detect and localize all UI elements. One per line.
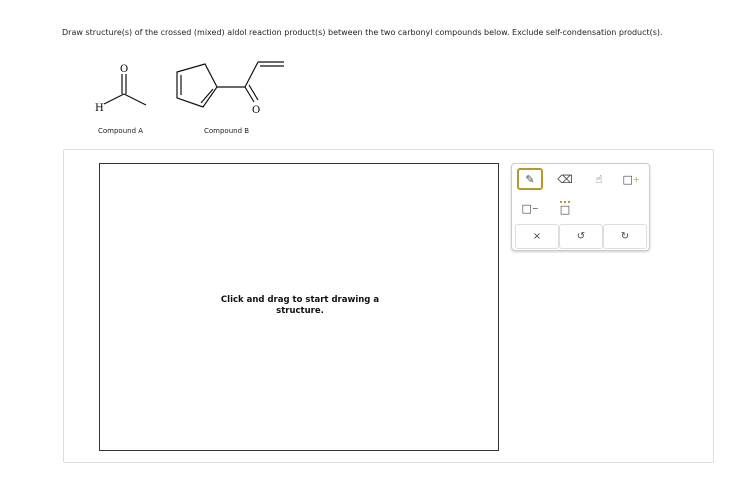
lone-pair-icon[interactable]: □: [552, 197, 578, 219]
compound-structures: O H O: [95, 61, 284, 116]
clear-button[interactable]: ×: [515, 224, 559, 249]
atom-o-a: O: [120, 64, 128, 75]
redo-button[interactable]: ↻: [603, 224, 647, 249]
drawing-canvas[interactable]: Click and drag to start drawing a struct…: [99, 163, 499, 451]
atom-h-a: H: [95, 103, 104, 114]
drawing-toolbar: ✎ ⌫ ☝ □ + □ − □ × ↺ ↻: [511, 163, 650, 251]
compound-b-structure: [176, 61, 284, 108]
undo-button[interactable]: ↺: [559, 224, 603, 249]
eraser-icon[interactable]: ⌫: [552, 168, 578, 190]
pencil-icon[interactable]: ✎: [517, 168, 543, 190]
add-charge-icon[interactable]: □ +: [618, 168, 644, 190]
compound-a-label: Compound A: [98, 127, 144, 135]
compound-a-structure: [103, 74, 147, 106]
canvas-hint: Click and drag to start drawing a struct…: [220, 295, 380, 316]
remove-charge-icon[interactable]: □ −: [517, 197, 543, 219]
hand-icon[interactable]: ☝: [586, 168, 612, 190]
atom-o-b: O: [252, 105, 260, 116]
compound-b-label: Compound B: [204, 127, 250, 135]
